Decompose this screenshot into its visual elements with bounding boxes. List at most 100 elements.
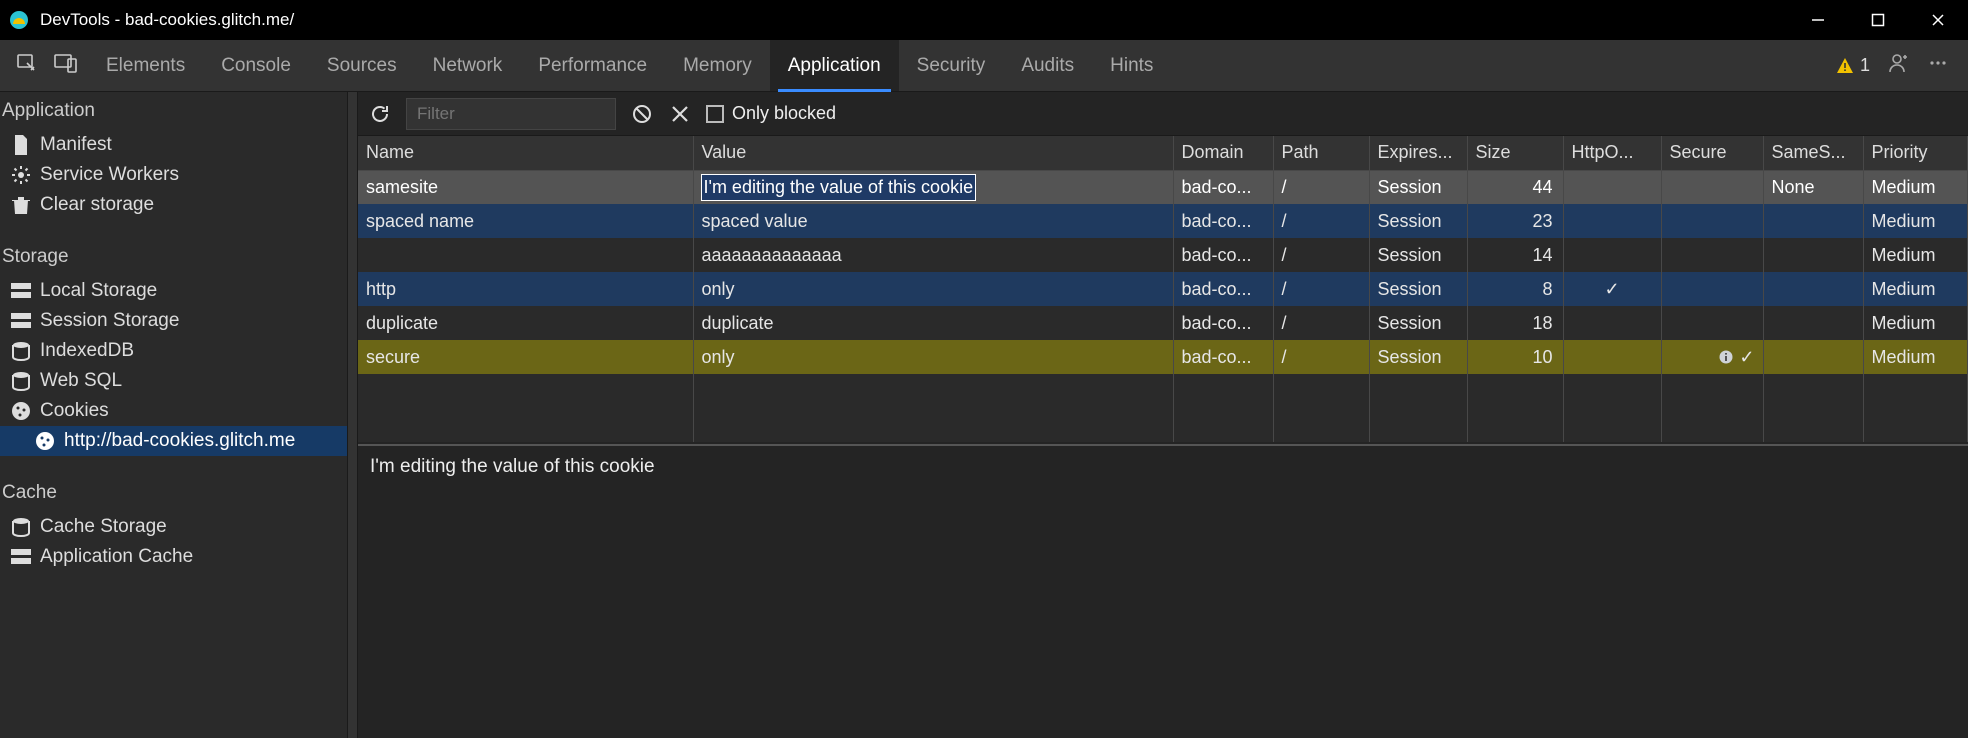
table-cell[interactable] <box>1763 204 1863 238</box>
sidebar-item-cache-storage[interactable]: Cache Storage <box>0 512 347 542</box>
table-cell[interactable]: ✓ <box>1563 272 1661 306</box>
table-cell[interactable]: spaced value <box>693 204 1173 238</box>
table-cell[interactable]: Medium <box>1863 204 1968 238</box>
table-cell[interactable]: bad-co... <box>1173 238 1273 272</box>
table-cell[interactable]: Medium <box>1863 170 1968 204</box>
value-edit-input[interactable]: I'm editing the value of this cookie <box>702 175 976 200</box>
maximize-button[interactable] <box>1848 0 1908 40</box>
table-cell[interactable]: spaced name <box>358 204 693 238</box>
table-cell[interactable] <box>1563 238 1661 272</box>
table-row[interactable]: samesite I'm editing the value of this co… <box>358 170 1968 204</box>
more-icon[interactable] <box>1928 53 1948 78</box>
sidebar-item-clear-storage[interactable]: Clear storage <box>0 190 347 220</box>
table-cell[interactable]: samesite <box>358 170 693 204</box>
table-cell[interactable]: / <box>1273 306 1369 340</box>
table-cell[interactable]: ✓ <box>1661 340 1763 374</box>
tab-sources[interactable]: Sources <box>309 40 415 91</box>
inspect-icon[interactable] <box>16 52 38 79</box>
minimize-button[interactable] <box>1788 0 1848 40</box>
table-cell[interactable]: 10 <box>1467 340 1563 374</box>
table-cell[interactable]: duplicate <box>693 306 1173 340</box>
cookies-table[interactable]: NameValueDomainPathExpires...SizeHttpO..… <box>358 136 1968 446</box>
device-icon[interactable] <box>54 53 78 78</box>
tab-elements[interactable]: Elements <box>88 40 203 91</box>
table-cell[interactable]: Session <box>1369 306 1467 340</box>
table-cell[interactable]: only <box>693 340 1173 374</box>
table-cell[interactable]: / <box>1273 204 1369 238</box>
sidebar-item-application-cache[interactable]: Application Cache <box>0 542 347 572</box>
table-cell[interactable]: aaaaaaaaaaaaaa <box>693 238 1173 272</box>
column-header[interactable]: HttpO... <box>1563 136 1661 170</box>
table-cell[interactable]: Session <box>1369 204 1467 238</box>
table-cell[interactable]: / <box>1273 272 1369 306</box>
table-cell[interactable]: only <box>693 272 1173 306</box>
table-cell[interactable] <box>1563 306 1661 340</box>
table-row[interactable]: duplicateduplicatebad-co.../Session18Med… <box>358 306 1968 340</box>
table-cell[interactable]: 18 <box>1467 306 1563 340</box>
table-cell[interactable] <box>1661 238 1763 272</box>
sidebar-item-service-workers[interactable]: Service Workers <box>0 160 347 190</box>
table-cell[interactable]: / <box>1273 238 1369 272</box>
table-cell[interactable]: Medium <box>1863 306 1968 340</box>
table-cell[interactable] <box>1563 340 1661 374</box>
sidebar-item-manifest[interactable]: Manifest <box>0 130 347 160</box>
column-header[interactable]: Priority <box>1863 136 1968 170</box>
table-cell[interactable]: bad-co... <box>1173 170 1273 204</box>
table-cell[interactable]: 14 <box>1467 238 1563 272</box>
table-cell[interactable]: bad-co... <box>1173 340 1273 374</box>
tab-audits[interactable]: Audits <box>1003 40 1092 91</box>
table-row[interactable]: spaced namespaced valuebad-co.../Session… <box>358 204 1968 238</box>
table-cell[interactable]: Session <box>1369 238 1467 272</box>
table-cell[interactable] <box>1661 170 1763 204</box>
column-header[interactable]: Size <box>1467 136 1563 170</box>
table-cell[interactable] <box>1763 272 1863 306</box>
table-row[interactable]: aaaaaaaaaaaaaabad-co.../Session14 Medium <box>358 238 1968 272</box>
table-row[interactable]: secureonlybad-co.../Session10✓Medium <box>358 340 1968 374</box>
tab-hints[interactable]: Hints <box>1092 40 1171 91</box>
table-cell[interactable] <box>1763 340 1863 374</box>
table-cell[interactable]: Medium <box>1863 238 1968 272</box>
table-cell[interactable]: 8 <box>1467 272 1563 306</box>
table-row[interactable]: httponlybad-co.../Session8✓Medium <box>358 272 1968 306</box>
tab-security[interactable]: Security <box>899 40 1004 91</box>
table-cell[interactable]: / <box>1273 340 1369 374</box>
table-cell[interactable] <box>358 238 693 272</box>
table-cell[interactable] <box>1563 170 1661 204</box>
warning-badge[interactable]: 1 <box>1836 55 1870 76</box>
feedback-icon[interactable] <box>1888 52 1910 79</box>
table-cell[interactable]: Medium <box>1863 340 1968 374</box>
panel-resizer[interactable] <box>348 92 358 738</box>
column-header[interactable]: Path <box>1273 136 1369 170</box>
clear-all-button[interactable] <box>630 102 654 126</box>
table-cell[interactable]: I'm editing the value of this cookie <box>693 170 1173 204</box>
table-cell[interactable]: secure <box>358 340 693 374</box>
sidebar-item-cookies[interactable]: Cookies <box>0 396 347 426</box>
sidebar-item-indexeddb[interactable]: IndexedDB <box>0 336 347 366</box>
sidebar-item-cookie-origin[interactable]: http://bad-cookies.glitch.me <box>0 426 347 456</box>
tab-performance[interactable]: Performance <box>520 40 665 91</box>
table-cell[interactable]: / <box>1273 170 1369 204</box>
table-cell[interactable]: http <box>358 272 693 306</box>
column-header[interactable]: SameS... <box>1763 136 1863 170</box>
table-cell[interactable]: 44 <box>1467 170 1563 204</box>
table-cell[interactable]: 23 <box>1467 204 1563 238</box>
filter-input[interactable] <box>406 98 616 130</box>
table-cell[interactable]: duplicate <box>358 306 693 340</box>
table-cell[interactable]: bad-co... <box>1173 204 1273 238</box>
tab-console[interactable]: Console <box>203 40 309 91</box>
table-cell[interactable] <box>1661 204 1763 238</box>
close-button[interactable] <box>1908 0 1968 40</box>
table-cell[interactable]: Session <box>1369 272 1467 306</box>
table-cell[interactable]: Session <box>1369 170 1467 204</box>
table-cell[interactable]: bad-co... <box>1173 306 1273 340</box>
column-header[interactable]: Domain <box>1173 136 1273 170</box>
table-cell[interactable] <box>1763 306 1863 340</box>
tab-network[interactable]: Network <box>415 40 521 91</box>
column-header[interactable]: Expires... <box>1369 136 1467 170</box>
tab-memory[interactable]: Memory <box>665 40 770 91</box>
sidebar-item-local-storage[interactable]: Local Storage <box>0 276 347 306</box>
tab-application[interactable]: Application <box>770 40 899 91</box>
delete-selected-button[interactable] <box>668 102 692 126</box>
table-cell[interactable]: bad-co... <box>1173 272 1273 306</box>
table-cell[interactable] <box>1661 306 1763 340</box>
